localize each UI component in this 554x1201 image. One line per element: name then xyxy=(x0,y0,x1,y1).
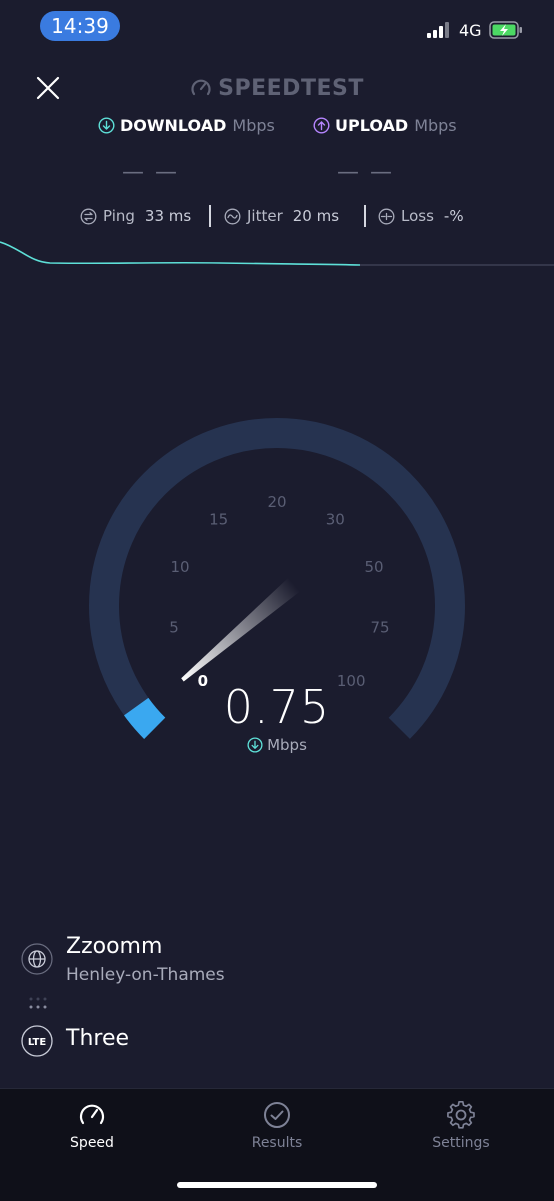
server-location[interactable]: Henley-on-Thames xyxy=(66,965,225,985)
ping-label: Ping xyxy=(103,207,135,225)
gauge-tick-label: 75 xyxy=(370,619,389,637)
cellular-signal-icon xyxy=(427,22,453,38)
gauge-tick-label: 20 xyxy=(267,493,286,511)
packet-loss-icon xyxy=(378,208,395,225)
current-speed-value: 0.75 xyxy=(223,680,331,734)
gauge-tick-label: 15 xyxy=(209,511,228,529)
gauge-needle xyxy=(181,577,300,682)
speedometer-icon xyxy=(79,1104,105,1125)
speedtest-logo: SPEEDTEST xyxy=(0,76,554,101)
jitter-value: 20 ms xyxy=(292,207,340,225)
upload-unit: Mbps xyxy=(414,116,457,135)
battery-charging-icon xyxy=(489,21,522,39)
download-label: DOWNLOAD xyxy=(120,116,227,135)
download-header: DOWNLOAD Mbps xyxy=(98,116,275,135)
isp-name[interactable]: Zzoomm xyxy=(66,934,162,959)
jitter-stat: Jitter 20 ms xyxy=(224,205,339,227)
speed-graph xyxy=(0,241,554,266)
upload-header: UPLOAD Mbps xyxy=(313,116,457,135)
carrier-name: Three xyxy=(66,1026,130,1051)
status-time: 14:39 xyxy=(40,11,120,41)
tab-speed-label: Speed xyxy=(70,1135,114,1151)
jitter-label: Jitter xyxy=(247,207,283,225)
brand-name: SPEEDTEST xyxy=(218,76,364,101)
speedometer-logo-icon xyxy=(191,79,211,96)
ping-icon xyxy=(80,208,97,225)
graph-line xyxy=(0,241,361,266)
current-speed-unit: Mbps xyxy=(0,736,554,754)
connection-dots-icon xyxy=(29,997,47,1009)
network-type: 4G xyxy=(459,21,482,40)
tab-results[interactable]: Results xyxy=(217,1101,337,1151)
lte-icon: LTE xyxy=(21,1025,53,1057)
stats-divider xyxy=(364,205,366,227)
gear-icon xyxy=(447,1101,475,1129)
tab-settings-label: Settings xyxy=(432,1135,490,1151)
jitter-icon xyxy=(224,208,241,225)
tab-settings[interactable]: Settings xyxy=(401,1101,521,1151)
checkmark-circle-icon xyxy=(264,1102,290,1128)
gauge-tick-label: 5 xyxy=(169,619,179,637)
download-value: — — xyxy=(122,160,179,185)
gauge-tick-label: 30 xyxy=(326,511,345,529)
lte-badge-text: LTE xyxy=(28,1037,47,1048)
speed-unit-label: Mbps xyxy=(267,736,307,754)
ping-value: 33 ms xyxy=(144,207,192,225)
download-arrow-icon xyxy=(98,117,115,134)
loss-stat: Loss -% xyxy=(378,205,464,227)
loss-value: -% xyxy=(443,207,464,225)
ping-stat: Ping 33 ms xyxy=(80,205,191,227)
home-indicator xyxy=(177,1182,377,1188)
tab-results-label: Results xyxy=(251,1135,303,1151)
upload-arrow-icon xyxy=(313,117,330,134)
upload-value: — — xyxy=(337,160,394,185)
loss-label: Loss xyxy=(401,207,434,225)
tab-speed[interactable]: Speed xyxy=(32,1101,152,1151)
stats-divider xyxy=(209,205,211,227)
upload-label: UPLOAD xyxy=(335,116,409,135)
stats-row: Ping 33 ms Jitter 20 ms Loss -% xyxy=(0,205,554,227)
download-arrow-icon xyxy=(247,737,263,753)
gauge-tick-label: 50 xyxy=(364,558,383,576)
download-unit: Mbps xyxy=(232,116,275,135)
gauge-tick-label: 10 xyxy=(170,558,189,576)
globe-icon xyxy=(21,943,53,975)
